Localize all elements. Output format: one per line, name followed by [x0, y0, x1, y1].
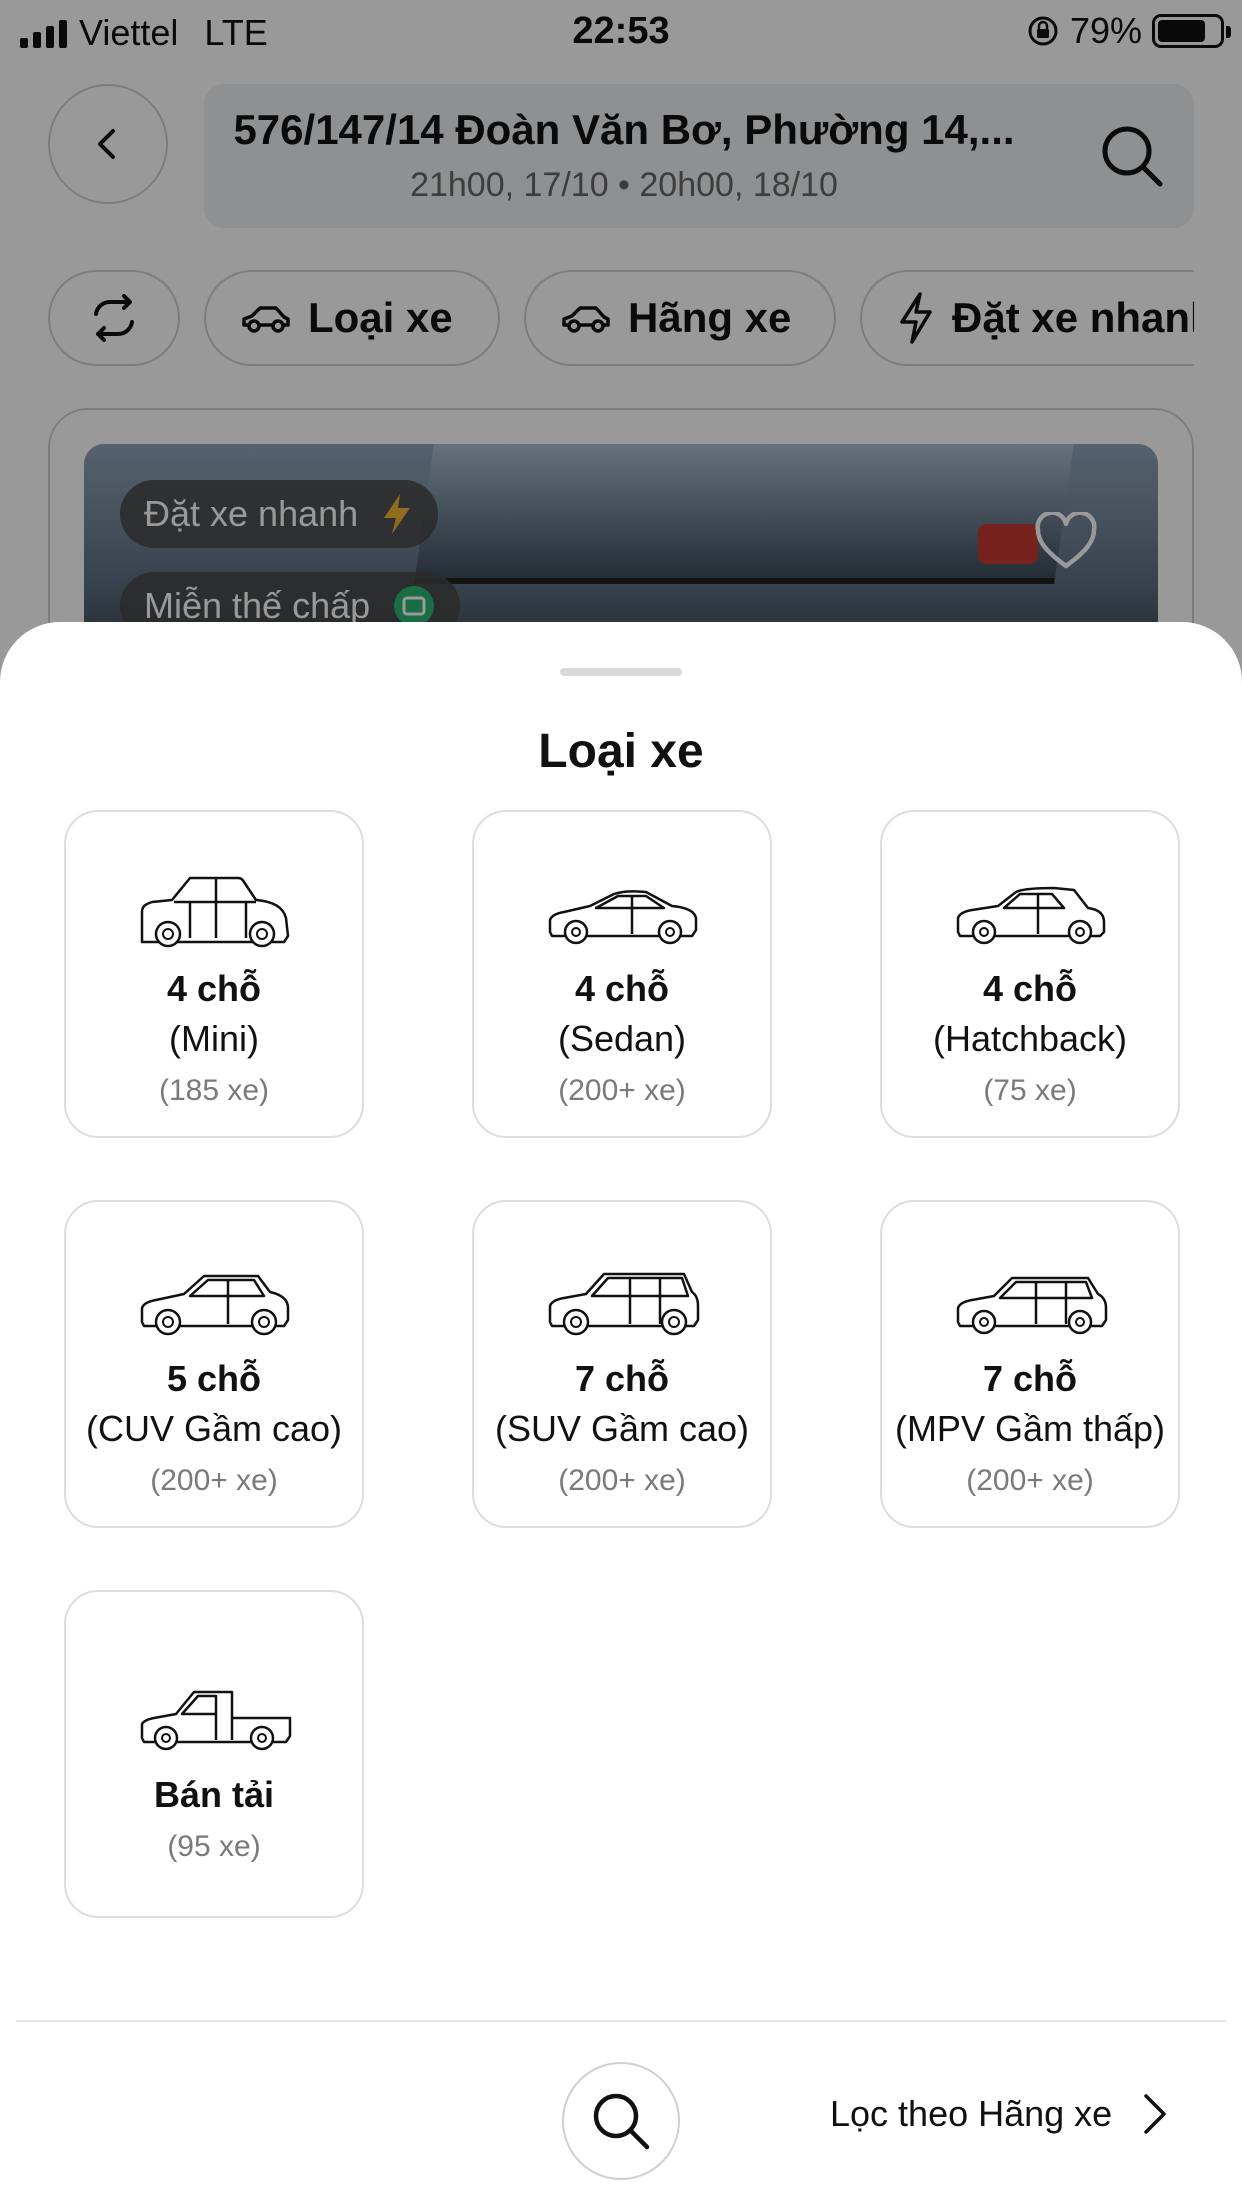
car-type-option-hatchback[interactable]: 4 chỗ (Hatchback) (75 xe) [880, 810, 1180, 1138]
footer-divider [16, 2020, 1226, 2022]
option-seats: 4 chỗ [982, 968, 1078, 1009]
search-icon [593, 2093, 650, 2150]
sedan-car-icon [548, 890, 698, 945]
option-seats: Bán tải [153, 1774, 275, 1815]
option-count: (200+ xe) [558, 1464, 686, 1497]
car-type-option-mpv[interactable]: 7 chỗ (MPV Gầm thấp) (200+ xe) [880, 1200, 1180, 1528]
car-type-option-cuv[interactable]: 5 chỗ (CUV Gầm cao) (200+ xe) [64, 1200, 364, 1528]
hatchback-car-icon [956, 886, 1106, 945]
car-type-option-suv[interactable]: 7 chỗ (SUV Gầm cao) (200+ xe) [472, 1200, 772, 1528]
car-type-bottom-sheet: Loại xe 4 chỗ (Mini) (185 xe) 4 chỗ (Sed… [0, 622, 1242, 2208]
option-count: (200+ xe) [150, 1464, 278, 1497]
option-count: (200+ xe) [966, 1464, 1094, 1497]
option-seats: 7 chỗ [982, 1358, 1078, 1399]
option-count: (200+ xe) [558, 1074, 686, 1107]
option-type: (MPV Gầm thấp) [894, 1408, 1166, 1449]
option-count: (95 xe) [167, 1830, 261, 1863]
option-type: (SUV Gầm cao) [494, 1408, 750, 1449]
car-type-option-mini[interactable]: 4 chỗ (Mini) (185 xe) [64, 810, 364, 1138]
mini-car-icon [140, 876, 290, 948]
option-count: (185 xe) [158, 1074, 270, 1107]
mpv-car-icon [956, 1276, 1108, 1335]
option-type: (Mini) [169, 1018, 259, 1059]
sheet-drag-handle[interactable] [560, 668, 682, 676]
pickup-truck-icon [140, 1690, 292, 1751]
option-seats: 4 chỗ [574, 968, 670, 1009]
filter-by-brand-link[interactable]: Lọc theo Hãng xe [830, 2092, 1170, 2136]
filter-by-brand-label: Lọc theo Hãng xe [830, 2093, 1113, 2134]
search-button[interactable] [562, 2062, 680, 2180]
option-count: (75 xe) [983, 1074, 1077, 1107]
option-seats: 4 chỗ [166, 968, 262, 1009]
option-type: (Hatchback) [932, 1018, 1128, 1059]
option-seats: 5 chỗ [166, 1358, 262, 1399]
sheet-title: Loại xe [538, 725, 704, 778]
option-seats: 7 chỗ [574, 1358, 670, 1399]
car-type-option-pickup[interactable]: Bán tải (95 xe) [64, 1590, 364, 1918]
option-type: (CUV Gầm cao) [85, 1408, 343, 1449]
option-type: (Sedan) [557, 1018, 687, 1059]
car-type-option-sedan[interactable]: 4 chỗ (Sedan) (200+ xe) [472, 810, 772, 1138]
cuv-car-icon [140, 1274, 290, 1336]
chevron-right-icon [1144, 2094, 1166, 2134]
suv-car-icon [548, 1272, 700, 1336]
